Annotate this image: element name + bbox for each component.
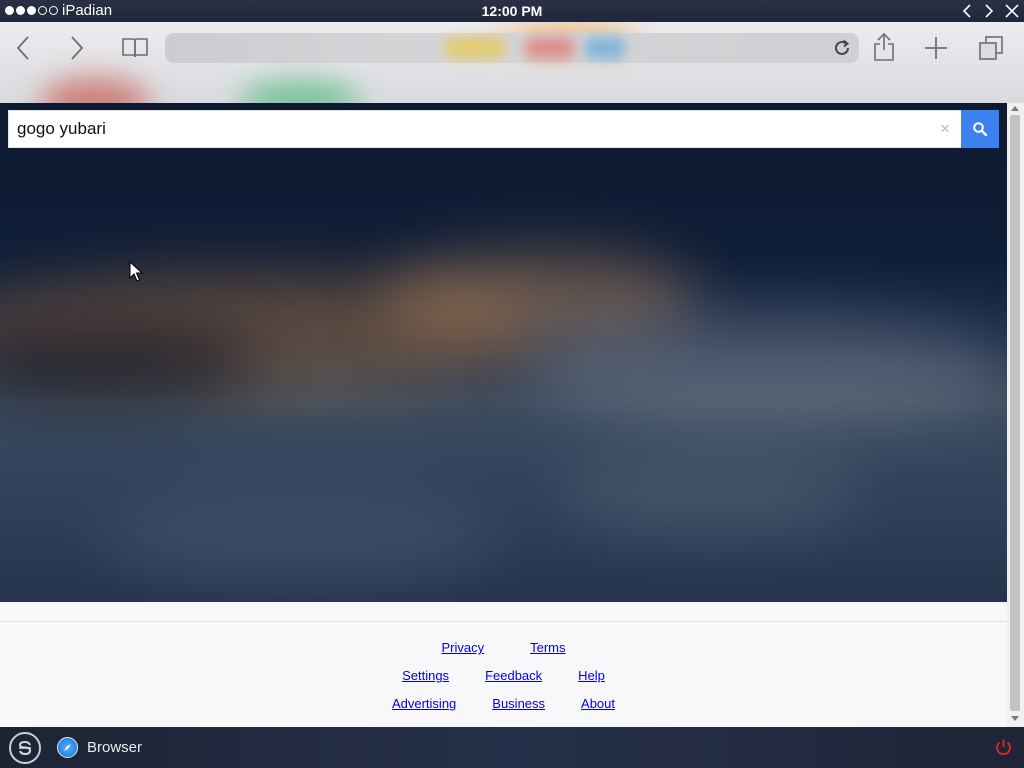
taskbar-app-label: Browser <box>87 739 143 756</box>
web-page: × <box>0 103 1007 727</box>
window-close-icon[interactable] <box>1004 1 1020 21</box>
browser-toolbar <box>0 22 1024 103</box>
share-button[interactable] <box>870 31 898 63</box>
url-bar[interactable] <box>165 33 859 63</box>
forward-button[interactable] <box>64 34 90 62</box>
window-forward-icon[interactable] <box>982 1 996 21</box>
back-button[interactable] <box>10 34 36 62</box>
footer-link-business[interactable]: Business <box>492 696 545 711</box>
footer-link-feedback[interactable]: Feedback <box>485 668 542 683</box>
chevron-left-icon <box>16 36 29 60</box>
tabs-button[interactable] <box>976 34 1006 62</box>
safari-compass-icon <box>57 737 78 758</box>
plus-icon <box>925 37 947 59</box>
search-icon <box>973 122 988 137</box>
footer-row: Advertising Business About <box>0 696 1007 711</box>
background-image: × <box>0 103 1007 602</box>
taskbar: Browser <box>0 727 1024 768</box>
power-icon <box>996 739 1011 756</box>
share-icon <box>874 32 894 61</box>
close-icon: × <box>940 119 950 138</box>
footer-link-advertising[interactable]: Advertising <box>392 696 456 711</box>
mouse-cursor-icon <box>129 261 143 282</box>
chevron-right-icon <box>71 36 84 60</box>
search-box: × <box>8 110 999 148</box>
footer-link-help[interactable]: Help <box>578 668 605 683</box>
scroll-thumb[interactable] <box>1010 115 1020 711</box>
window-back-icon[interactable] <box>960 1 974 21</box>
reload-button[interactable] <box>831 37 853 64</box>
footer-link-terms[interactable]: Terms <box>530 640 565 655</box>
footer-row: Settings Feedback Help <box>0 668 1007 683</box>
clock: 12:00 PM <box>481 3 543 19</box>
start-button[interactable] <box>9 732 41 764</box>
status-bar: iPadian 12:00 PM <box>0 0 1024 22</box>
footer-link-about[interactable]: About <box>581 696 615 711</box>
footer-row: Privacy Terms <box>0 640 1007 655</box>
bookmarks-button[interactable] <box>119 34 151 62</box>
reload-icon <box>835 39 850 55</box>
page-scrollbar[interactable] <box>1007 103 1024 727</box>
footer-link-privacy[interactable]: Privacy <box>441 640 484 655</box>
ipadian-logo-icon <box>18 740 32 756</box>
scroll-down-arrow-icon[interactable] <box>1011 716 1019 721</box>
power-button[interactable] <box>994 738 1013 762</box>
new-tab-button[interactable] <box>921 34 951 62</box>
taskbar-app-browser[interactable]: Browser <box>57 737 142 758</box>
search-input[interactable] <box>9 111 929 147</box>
footer-link-settings[interactable]: Settings <box>402 668 449 683</box>
tabs-icon <box>979 36 1003 60</box>
footer-divider <box>0 621 1007 622</box>
clear-button[interactable]: × <box>929 111 961 147</box>
scroll-up-arrow-icon[interactable] <box>1011 106 1019 111</box>
window-controls <box>960 1 1020 21</box>
search-button[interactable] <box>961 110 999 148</box>
open-book-icon <box>122 38 148 58</box>
